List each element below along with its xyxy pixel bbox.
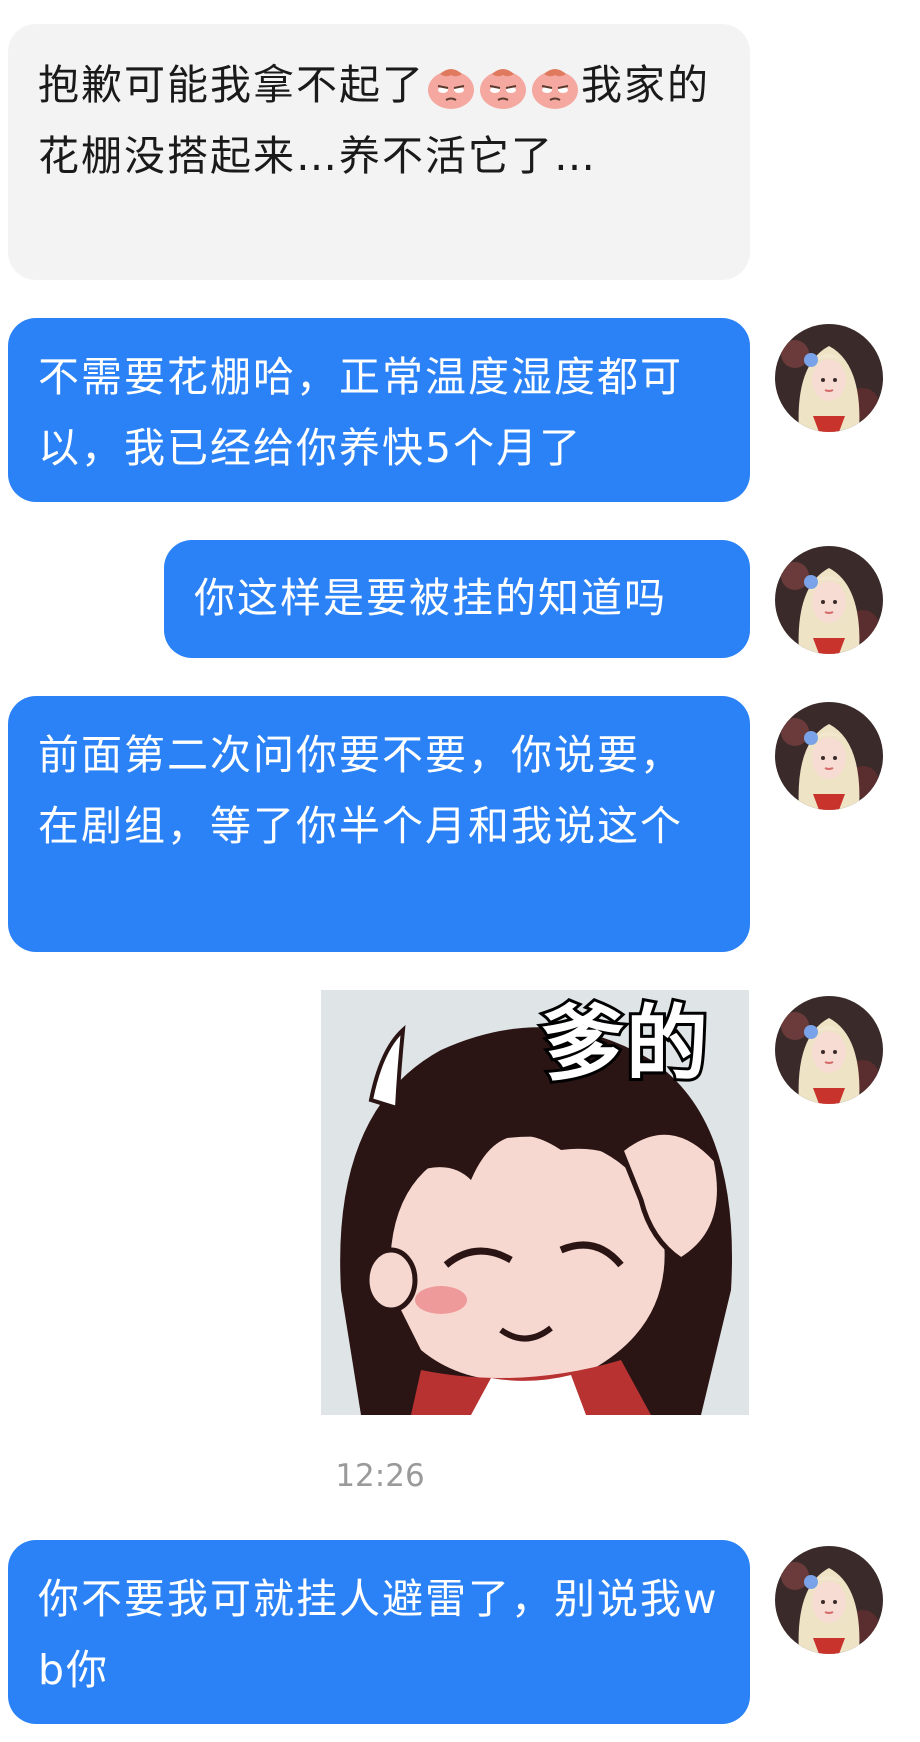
outgoing-message-bubble[interactable]: 你不要我可就挂人避雷了，别说我wb你 — [8, 1540, 750, 1724]
incoming-message-bubble[interactable]: 抱歉可能我拿不起了 我家的花棚没搭起来…养不活它了… — [8, 24, 750, 280]
outgoing-message-bubble[interactable]: 前面第二次问你要不要，你说要，在剧组，等了你半个月和我说这个 — [8, 696, 750, 952]
cartoon-girl-sticker[interactable]: 爹的 — [321, 990, 749, 1415]
message-text-part-1: 抱歉可能我拿不起了 — [38, 61, 425, 109]
avatar[interactable] — [775, 324, 883, 432]
avatar[interactable] — [775, 702, 883, 810]
message-text: 不需要花棚哈，正常温度湿度都可以，我已经给你养快5个月了 — [38, 353, 683, 472]
avatar[interactable] — [775, 996, 883, 1104]
avatar[interactable] — [775, 546, 883, 654]
sticker-caption: 爹的 — [539, 994, 711, 1095]
crying-face-emoji-icon — [529, 61, 581, 109]
message-text: 你这样是要被挂的知道吗 — [194, 574, 667, 622]
message-text: 你不要我可就挂人避雷了，别说我wb你 — [38, 1575, 719, 1694]
outgoing-message-bubble[interactable]: 不需要花棚哈，正常温度湿度都可以，我已经给你养快5个月了 — [8, 318, 750, 502]
crying-face-emoji-icon — [425, 61, 477, 109]
outgoing-message-bubble[interactable]: 你这样是要被挂的知道吗 — [164, 540, 750, 658]
crying-face-emoji-icon — [477, 61, 529, 109]
avatar[interactable] — [775, 1546, 883, 1654]
message-text: 前面第二次问你要不要，你说要，在剧组，等了你半个月和我说这个 — [38, 731, 683, 850]
timestamp: 12:26 — [335, 1458, 425, 1494]
